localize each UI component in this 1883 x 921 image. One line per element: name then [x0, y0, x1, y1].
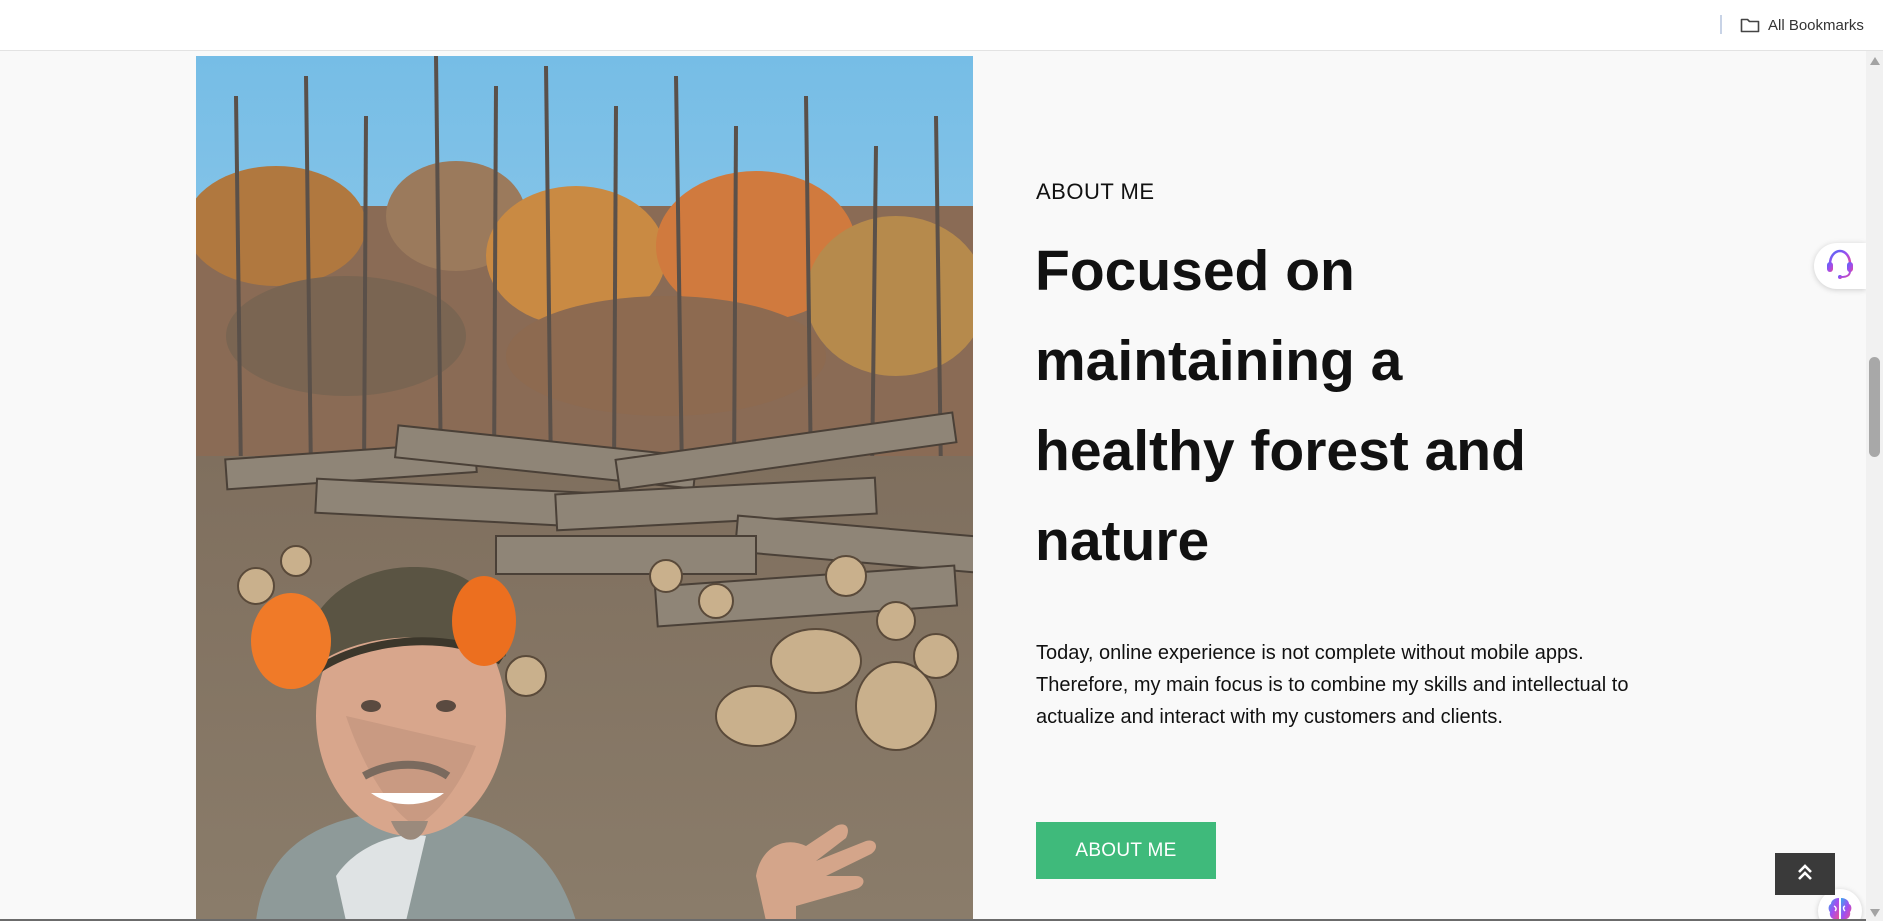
- back-to-top-button[interactable]: [1775, 853, 1835, 895]
- support-widget[interactable]: [1814, 243, 1866, 289]
- bookmarks-divider: [1720, 15, 1722, 34]
- all-bookmarks-label: All Bookmarks: [1768, 16, 1864, 34]
- scrollbar-thumb[interactable]: [1869, 357, 1880, 457]
- previous-image-edge: [196, 51, 973, 55]
- bookmarks-bar: All Bookmarks: [0, 0, 1883, 51]
- headline-line: maintaining a: [1035, 329, 1403, 393]
- about-paragraph: Today, online experience is not complete…: [1036, 642, 1629, 728]
- page-scrollbar[interactable]: [1866, 51, 1883, 921]
- about-me-button[interactable]: ABOUT ME: [1036, 822, 1216, 879]
- headline-line: healthy forest and: [1035, 419, 1526, 483]
- headline-line: Focused on: [1035, 239, 1355, 303]
- about-eyebrow: ABOUT ME: [1036, 179, 1155, 204]
- about-photo: [196, 56, 973, 921]
- folder-icon: [1740, 17, 1760, 33]
- all-bookmarks-button[interactable]: All Bookmarks: [1740, 13, 1864, 37]
- brain-icon: [1825, 894, 1855, 921]
- scroll-up-arrow-icon[interactable]: [1870, 57, 1880, 65]
- about-headline: Focused on maintaining a healthy forest …: [1035, 226, 1635, 586]
- double-chevron-up-icon: [1797, 863, 1813, 886]
- page-content: ABOUT ME Focused on maintaining a health…: [0, 51, 1866, 921]
- scroll-down-arrow-icon[interactable]: [1870, 909, 1880, 917]
- headline-line: nature: [1035, 509, 1210, 573]
- headset-icon: [1822, 246, 1858, 287]
